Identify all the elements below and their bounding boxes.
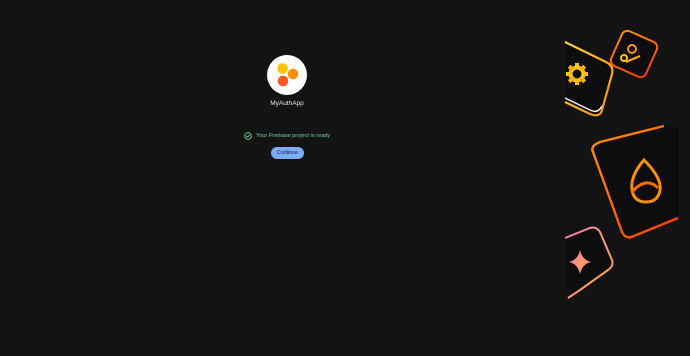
check-circle-icon [244,132,252,140]
project-name: MyAuthApp [270,100,304,107]
status-message: Your Firebase project is ready [244,131,330,141]
decorative-illustration [564,29,679,299]
gear-tile-icon [564,41,614,117]
status-text: Your Firebase project is ready [256,133,331,139]
project-avatar [267,55,307,95]
main-content: MyAuthApp Your Firebase project is ready… [0,0,575,356]
firebase-project-ready-page: MyAuthApp Your Firebase project is ready… [0,0,690,356]
fire-tile-icon [591,124,679,239]
continue-button[interactable]: Continue [271,147,304,159]
firebase-project-dots-icon [277,63,299,87]
small-tile-icon [609,29,659,79]
sparkle-tile-icon [564,226,614,299]
